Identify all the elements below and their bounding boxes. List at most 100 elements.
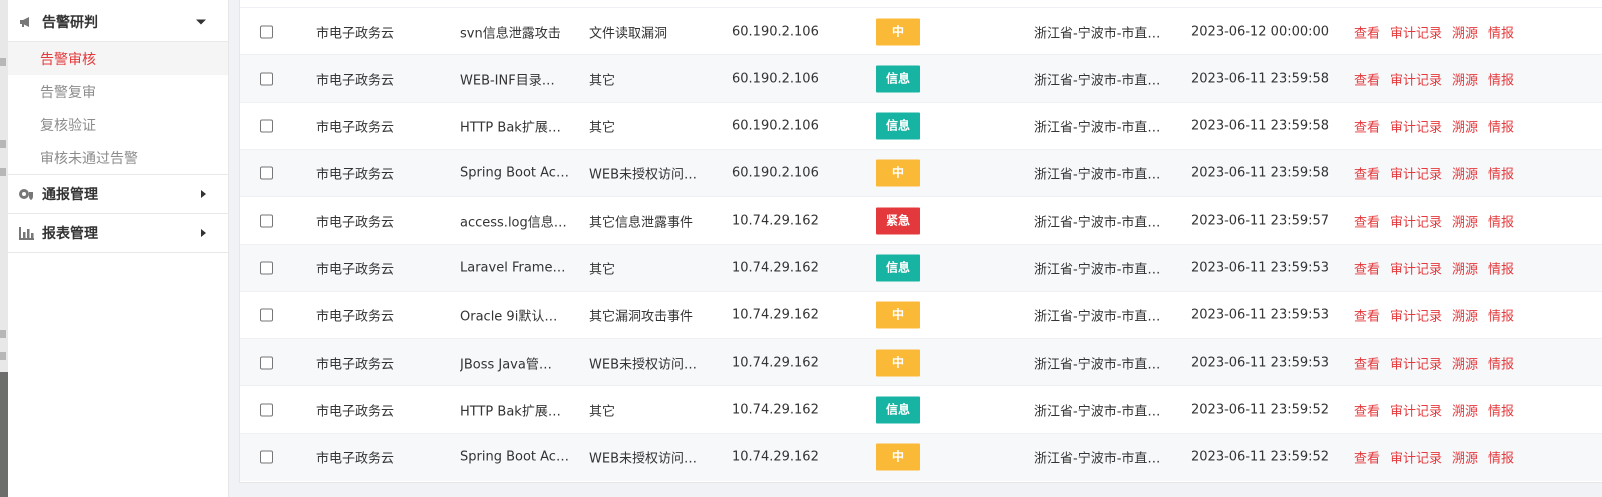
intel-link[interactable]: 情报 — [1488, 164, 1514, 183]
trace-link[interactable]: 溯源 — [1452, 69, 1478, 88]
row-checkbox[interactable] — [260, 166, 273, 180]
cell-alert-name: access.log信息… — [460, 215, 567, 231]
intel-link[interactable]: 情报 — [1488, 448, 1514, 467]
view-link[interactable]: 查看 — [1354, 69, 1380, 88]
table-row: 市电子政务云 JBoss Java管… WEB未授权访问… 10.74.29.162 中… — [240, 338, 1602, 387]
trace-link[interactable]: 溯源 — [1452, 117, 1478, 136]
row-checkbox[interactable] — [260, 450, 273, 464]
cell-location: 浙江省-宁波市-市直… — [1034, 73, 1161, 89]
audit-log-link[interactable]: 审计记录 — [1390, 353, 1442, 372]
row-checkbox[interactable] — [260, 119, 273, 133]
audit-log-link[interactable]: 审计记录 — [1390, 22, 1442, 41]
view-link[interactable]: 查看 — [1354, 306, 1380, 325]
trace-link[interactable]: 溯源 — [1452, 22, 1478, 41]
menu-group-label: 告警研判 — [42, 15, 98, 31]
cell-unit: 市电子政务云 — [316, 357, 395, 373]
chevron-right-icon — [201, 190, 206, 198]
audit-log-link[interactable]: 审计记录 — [1390, 448, 1442, 467]
trace-link[interactable]: 溯源 — [1452, 448, 1478, 467]
cell-time: 2023-06-12 00:00:00 — [1191, 24, 1330, 39]
view-link[interactable]: 查看 — [1354, 353, 1380, 372]
row-checkbox[interactable] — [260, 214, 273, 228]
bar-chart-icon — [18, 225, 34, 241]
row-checkbox[interactable] — [260, 261, 273, 275]
background-window-mark — [0, 58, 6, 66]
cell-alert-type: 其它漏洞攻击事件 — [589, 309, 694, 325]
submenu-item-alert-review[interactable]: 告警审核 — [8, 42, 228, 75]
cell-time: 2023-06-11 23:59:58 — [1191, 71, 1330, 87]
submenu-item-alert-re-review[interactable]: 告警复审 — [8, 75, 228, 108]
audit-log-link[interactable]: 审计记录 — [1390, 306, 1442, 325]
cell-ip: 60.190.2.106 — [732, 118, 819, 134]
audit-log-link[interactable]: 审计记录 — [1390, 117, 1442, 136]
view-link[interactable]: 查看 — [1354, 164, 1380, 183]
trace-link[interactable]: 溯源 — [1452, 306, 1478, 325]
trace-link[interactable]: 溯源 — [1452, 259, 1478, 278]
row-checkbox[interactable] — [260, 308, 273, 322]
trace-link[interactable]: 溯源 — [1452, 164, 1478, 183]
cell-location: 浙江省-宁波市-市直… — [1034, 451, 1161, 467]
audit-log-link[interactable]: 审计记录 — [1390, 164, 1442, 183]
intel-link[interactable]: 情报 — [1488, 69, 1514, 88]
view-link[interactable]: 查看 — [1354, 117, 1380, 136]
submenu-item-rejected-alerts[interactable]: 审核未通过告警 — [8, 141, 228, 174]
level-badge: 信息 — [876, 112, 920, 140]
menu-group-report-management[interactable]: 报表管理 — [8, 214, 228, 253]
cell-alert-name: WEB-INF目录… — [460, 73, 555, 89]
row-checkbox[interactable] — [260, 72, 273, 86]
intel-link[interactable]: 情报 — [1488, 117, 1514, 136]
intel-link[interactable]: 情报 — [1488, 259, 1514, 278]
cell-ip: 10.74.29.162 — [732, 260, 819, 276]
menu-group-alert-analysis[interactable]: 告警研判 — [8, 3, 228, 42]
intel-link[interactable]: 情报 — [1488, 22, 1514, 41]
audit-log-link[interactable]: 审计记录 — [1390, 259, 1442, 278]
gear-shield-icon — [18, 186, 34, 202]
table-row: 市电子政务云 access.log信息… 其它信息泄露事件 10.74.29.162 紧… — [240, 196, 1602, 244]
cell-ip: 60.190.2.106 — [732, 71, 819, 87]
view-link[interactable]: 查看 — [1354, 22, 1380, 41]
row-actions: 查看 审计记录 溯源 情报 — [1354, 400, 1514, 419]
level-badge: 中 — [876, 159, 920, 187]
chevron-right-icon — [201, 229, 206, 237]
table-row: 市电子政务云 Spring Boot Ac… WEB未授权访问… 60.190.2.1… — [240, 148, 1602, 197]
megaphone-icon — [18, 14, 34, 30]
cell-location: 浙江省-宁波市-市直… — [1034, 309, 1161, 325]
trace-link[interactable]: 溯源 — [1452, 400, 1478, 419]
cell-unit: 市电子政务云 — [316, 167, 395, 183]
background-window-mark — [0, 352, 6, 360]
cell-alert-name: svn信息泄露攻击 — [460, 26, 561, 41]
audit-log-link[interactable]: 审计记录 — [1390, 69, 1442, 88]
submenu-item-recheck-verify[interactable]: 复核验证 — [8, 108, 228, 141]
cell-ip: 10.74.29.162 — [732, 402, 819, 418]
trace-link[interactable]: 溯源 — [1452, 353, 1478, 372]
view-link[interactable]: 查看 — [1354, 400, 1380, 419]
cell-unit: 市电子政务云 — [316, 262, 395, 278]
row-checkbox[interactable] — [260, 356, 273, 370]
audit-log-link[interactable]: 审计记录 — [1390, 211, 1442, 230]
intel-link[interactable]: 情报 — [1488, 400, 1514, 419]
cell-alert-type: 其它 — [589, 404, 616, 420]
row-checkbox[interactable] — [260, 403, 273, 417]
cell-ip: 10.74.29.162 — [732, 355, 819, 371]
cell-unit: 市电子政务云 — [316, 73, 395, 89]
row-actions: 查看 审计记录 溯源 情报 — [1354, 353, 1514, 372]
cell-ip: 60.190.2.106 — [732, 24, 819, 39]
cell-unit: 市电子政务云 — [316, 120, 395, 136]
audit-log-link[interactable]: 审计记录 — [1390, 400, 1442, 419]
view-link[interactable]: 查看 — [1354, 211, 1380, 230]
view-link[interactable]: 查看 — [1354, 448, 1380, 467]
cell-alert-type: WEB未授权访问… — [589, 357, 697, 373]
menu-group-notice-management[interactable]: 通报管理 — [8, 174, 228, 214]
row-actions: 查看 审计记录 溯源 情报 — [1354, 306, 1514, 325]
view-link[interactable]: 查看 — [1354, 259, 1380, 278]
cell-alert-type: 其它 — [589, 120, 616, 136]
cell-location: 浙江省-宁波市-市直… — [1034, 357, 1161, 373]
cell-alert-type: 其它 — [589, 73, 616, 89]
trace-link[interactable]: 溯源 — [1452, 211, 1478, 230]
intel-link[interactable]: 情报 — [1488, 211, 1514, 230]
row-actions: 查看 审计记录 溯源 情报 — [1354, 22, 1514, 41]
intel-link[interactable]: 情报 — [1488, 306, 1514, 325]
table-row: 市电子政务云 HTTP Bak扩展… 其它 60.190.2.106 信息 浙江省-宁波市… — [240, 101, 1602, 150]
intel-link[interactable]: 情报 — [1488, 353, 1514, 372]
row-checkbox[interactable] — [260, 25, 273, 38]
